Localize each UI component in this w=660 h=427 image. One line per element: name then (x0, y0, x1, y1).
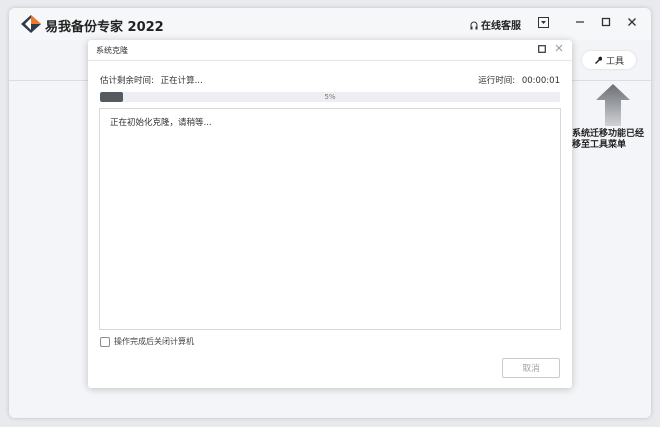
runtime: 运行时间: 00:00:01 (478, 74, 560, 86)
tools-button[interactable]: 工具 (582, 51, 636, 69)
online-service-label: 在线客服 (481, 21, 521, 32)
wrench-icon (594, 56, 602, 64)
progress-percent: 5% (324, 93, 336, 101)
dialog-title: 系统克隆 (96, 46, 128, 55)
minimize-button[interactable] (573, 15, 587, 29)
log-area[interactable]: 正在初始化克隆，请稍等... (99, 108, 561, 330)
maximize-button[interactable] (599, 15, 613, 29)
cancel-button[interactable]: 取消 (502, 358, 560, 378)
progress-bar: 5% (100, 92, 560, 102)
migrate-notice: 系统迁移功能已经移至工具菜单 (572, 129, 645, 150)
close-button[interactable] (625, 15, 639, 29)
close-icon[interactable] (554, 43, 564, 53)
easeus-logo-icon (21, 15, 41, 33)
runtime-label: 运行时间: (478, 76, 516, 86)
system-clone-dialog: 系统克隆 估计剩余时间: 正在计算... 运行时间: 00:00:01 5% 正… (88, 40, 572, 388)
dialog-header: 系统克隆 (88, 40, 572, 61)
headset-icon (470, 21, 478, 30)
online-service-button[interactable]: 在线客服 (470, 17, 521, 32)
estimated-time: 估计剩余时间: 正在计算... (100, 74, 203, 86)
menu-dropdown-button[interactable] (536, 15, 550, 29)
log-line: 正在初始化克隆，请稍等... (110, 118, 212, 128)
tools-label: 工具 (605, 56, 624, 67)
app-title: 易我备份专家 2022 (45, 20, 164, 35)
arrow-up-icon (596, 84, 630, 126)
title-bar: 易我备份专家 2022 在线客服 (9, 8, 651, 40)
shutdown-option[interactable]: 操作完成后关闭计算机 (100, 336, 194, 347)
shutdown-checkbox[interactable] (100, 336, 110, 347)
estimated-label: 估计剩余时间: (100, 76, 154, 86)
maximize-icon (601, 17, 611, 27)
dropdown-icon (537, 16, 549, 28)
runtime-value: 00:00:01 (521, 76, 560, 86)
minimize-icon (576, 21, 584, 23)
close-icon (628, 18, 636, 26)
maximize-icon[interactable] (538, 45, 546, 53)
estimated-value: 正在计算... (160, 76, 203, 86)
shutdown-label: 操作完成后关闭计算机 (114, 337, 194, 346)
